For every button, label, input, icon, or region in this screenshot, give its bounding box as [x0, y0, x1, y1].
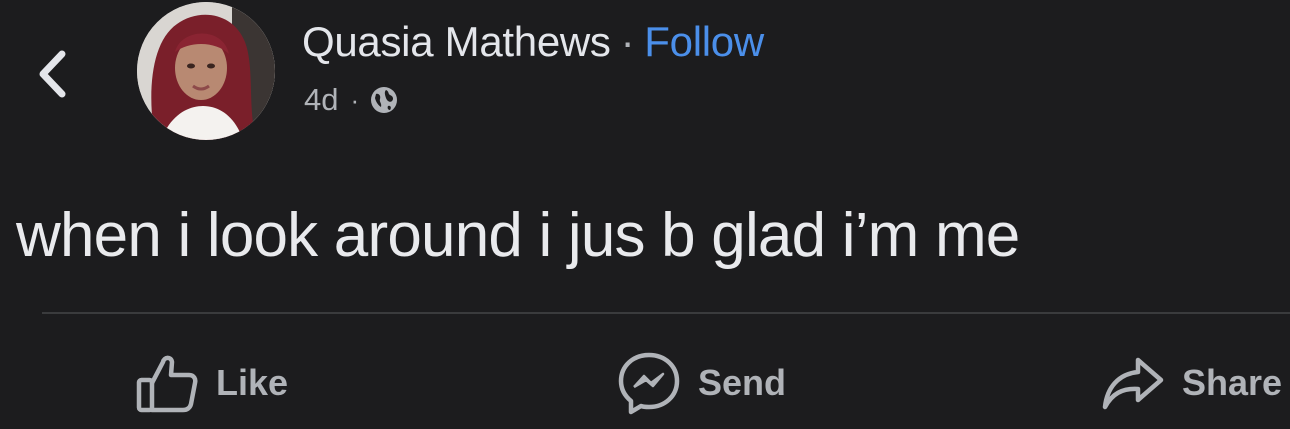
profile-photo [137, 2, 275, 140]
globe-icon [371, 87, 398, 113]
meta-separator: · [350, 84, 360, 115]
avatar[interactable] [137, 2, 275, 140]
chevron-left-icon [39, 50, 66, 98]
follow-button[interactable]: Follow [644, 18, 764, 65]
back-button[interactable] [28, 44, 76, 104]
thumbs-up-icon [136, 355, 198, 413]
name-separator: · [620, 18, 635, 65]
share-label: Share [1182, 362, 1283, 403]
messenger-icon [618, 352, 680, 415]
send-label: Send [698, 362, 787, 403]
share-button[interactable]: Share [1100, 348, 1282, 418]
like-button[interactable]: Like [134, 348, 288, 418]
post-text: when i look around i jus b glad i’m me [16, 201, 1020, 270]
divider [42, 312, 1290, 314]
author-line: Quasia Mathews · Follow [302, 16, 764, 68]
timestamp[interactable]: 4d [304, 82, 338, 118]
send-button[interactable]: Send [616, 348, 786, 418]
share-arrow-icon [1102, 357, 1164, 410]
like-label: Like [216, 362, 289, 403]
post-meta: 4d · [304, 82, 399, 118]
author-name[interactable]: Quasia Mathews [302, 18, 611, 65]
